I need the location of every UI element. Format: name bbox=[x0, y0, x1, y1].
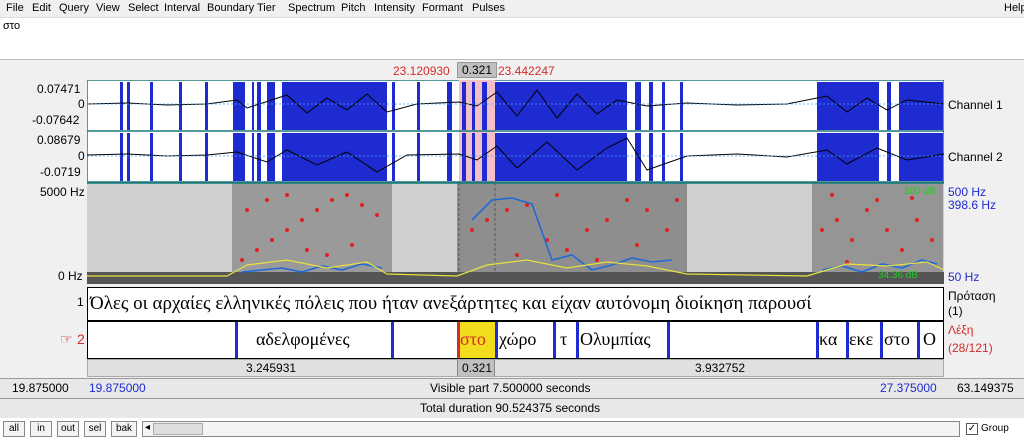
boundary-mark[interactable] bbox=[391, 322, 394, 358]
word-interval[interactable]: κα bbox=[819, 329, 837, 350]
tier1-name: Πρόταση bbox=[948, 289, 996, 303]
menu-edit[interactable]: Edit bbox=[32, 2, 51, 14]
ch1-zero-label: 0 bbox=[78, 97, 85, 111]
visible-end-time: 27.375000 bbox=[880, 381, 937, 395]
menu-bar: File Edit Query View Select Interval Bou… bbox=[0, 0, 1024, 18]
word-interval[interactable]: εκε bbox=[849, 329, 873, 350]
pitch-mid-label: 398.6 Hz bbox=[948, 198, 997, 212]
window-end-time: 63.149375 bbox=[957, 381, 1014, 395]
ch2-max-label: 0.08679 bbox=[37, 133, 81, 147]
word-interval[interactable]: τ bbox=[560, 329, 567, 350]
channel1-label: Channel 1 bbox=[948, 98, 1003, 112]
menu-file[interactable]: File bbox=[6, 2, 24, 14]
menu-intensity[interactable]: Intensity bbox=[374, 2, 415, 14]
ch2-min-label: -0.0719 bbox=[40, 165, 81, 179]
channel2-label: Channel 2 bbox=[948, 150, 1003, 164]
menu-view[interactable]: View bbox=[96, 2, 120, 14]
menu-pitch[interactable]: Pitch bbox=[341, 2, 365, 14]
interval-text-field[interactable]: στο bbox=[0, 18, 1024, 60]
boundary-mark[interactable] bbox=[576, 322, 579, 358]
ch1-max-label: 0.07471 bbox=[37, 82, 81, 96]
boundary-mark[interactable] bbox=[553, 322, 556, 358]
menu-tier[interactable]: Tier bbox=[257, 2, 276, 14]
menu-formant[interactable]: Formant bbox=[422, 2, 463, 14]
zoom-out-button[interactable]: out bbox=[57, 421, 79, 437]
window-start-time: 19.875000 bbox=[12, 381, 69, 395]
menu-help[interactable]: Help bbox=[1004, 2, 1024, 14]
tier2-number: 2 bbox=[77, 331, 85, 347]
tier-words[interactable]: αδελφομένες στο χώρο τ Ολυμπίας κα εκε σ… bbox=[87, 321, 944, 359]
db-bottom-label: 34.36 dB bbox=[878, 270, 919, 281]
boundary-mark[interactable] bbox=[495, 322, 498, 358]
group-checkbox[interactable]: ✓ bbox=[966, 423, 978, 435]
zoom-selection-button[interactable]: sel bbox=[84, 421, 106, 437]
spectrogram-top-label: 5000 Hz bbox=[40, 185, 85, 199]
duration-left: 3.245931 bbox=[246, 361, 297, 375]
boundary-mark[interactable] bbox=[880, 322, 883, 358]
signal-view[interactable] bbox=[87, 80, 944, 284]
tier1-interval-text[interactable]: Όλες οι αρχαίες ελληνικές πόλεις που ήτα… bbox=[90, 293, 811, 315]
horizontal-scrollbar[interactable]: ◂ bbox=[142, 421, 960, 437]
duration-selection: 0.321 bbox=[462, 361, 493, 375]
db-top-label: 100 dB bbox=[904, 186, 936, 197]
tier-sentence[interactable]: Όλες οι αρχαίες ελληνικές πόλεις που ήτα… bbox=[87, 287, 944, 321]
visible-start-time: 19.875000 bbox=[89, 381, 146, 395]
scroll-left-icon[interactable]: ◂ bbox=[145, 422, 150, 433]
word-interval[interactable]: Ο bbox=[923, 329, 936, 350]
menu-select[interactable]: Select bbox=[128, 2, 159, 14]
duration-right: 3.932752 bbox=[695, 361, 746, 375]
word-interval[interactable]: χώρο bbox=[499, 329, 536, 350]
visible-duration: Visible part 7.500000 seconds bbox=[430, 381, 591, 395]
word-interval[interactable]: αδελφομένες bbox=[256, 329, 350, 350]
menu-boundary[interactable]: Boundary bbox=[207, 2, 254, 14]
total-duration-bar[interactable]: Total duration 90.524375 seconds bbox=[0, 398, 1024, 418]
menu-spectrum[interactable]: Spectrum bbox=[288, 2, 335, 14]
tier-pointer-icon: ☞ bbox=[60, 331, 73, 347]
visible-part-bar[interactable]: 19.875000 19.875000 Visible part 7.50000… bbox=[0, 378, 1024, 398]
pitch-bottom-label: 50 Hz bbox=[948, 270, 980, 284]
interval-text-value: στο bbox=[3, 20, 21, 32]
pulse-marks-ch2 bbox=[120, 133, 943, 181]
word-interval[interactable]: στο bbox=[884, 329, 910, 350]
word-interval[interactable]: Ολυμπίας bbox=[580, 329, 650, 350]
boundary-mark[interactable] bbox=[667, 322, 670, 358]
group-label: Group bbox=[981, 423, 1009, 434]
word-interval-selected[interactable]: στο bbox=[460, 329, 486, 350]
spectrogram-bottom-label: 0 Hz bbox=[58, 269, 83, 283]
menu-pulses[interactable]: Pulses bbox=[472, 2, 505, 14]
total-duration: Total duration 90.524375 seconds bbox=[420, 401, 601, 415]
ch1-min-label: -0.07642 bbox=[32, 113, 80, 127]
selection-start: 23.120930 bbox=[393, 64, 450, 78]
boundary-mark[interactable] bbox=[917, 322, 920, 358]
tier2-name: Λέξη bbox=[948, 323, 974, 337]
tier1-count: (1) bbox=[948, 304, 963, 318]
ch2-zero-label: 0 bbox=[78, 149, 85, 163]
menu-query[interactable]: Query bbox=[59, 2, 89, 14]
pitch-top-label: 500 Hz bbox=[948, 185, 987, 199]
zoom-in-button[interactable]: in bbox=[30, 421, 52, 437]
interval-duration-bar[interactable]: 3.245931 0.321 3.932752 bbox=[87, 359, 944, 377]
boundary-mark[interactable] bbox=[235, 322, 238, 358]
selection-duration: 0.321 bbox=[457, 62, 497, 78]
menu-interval[interactable]: Interval bbox=[164, 2, 200, 14]
tier2-count: (28/121) bbox=[948, 341, 993, 355]
pulse-marks-ch1 bbox=[120, 82, 943, 130]
zoom-back-button[interactable]: bak bbox=[111, 421, 137, 437]
tier1-number: 1 bbox=[77, 295, 84, 309]
selection-end: 23.442247 bbox=[498, 64, 555, 78]
zoom-all-button[interactable]: all bbox=[3, 421, 25, 437]
scroll-thumb[interactable] bbox=[153, 423, 203, 435]
